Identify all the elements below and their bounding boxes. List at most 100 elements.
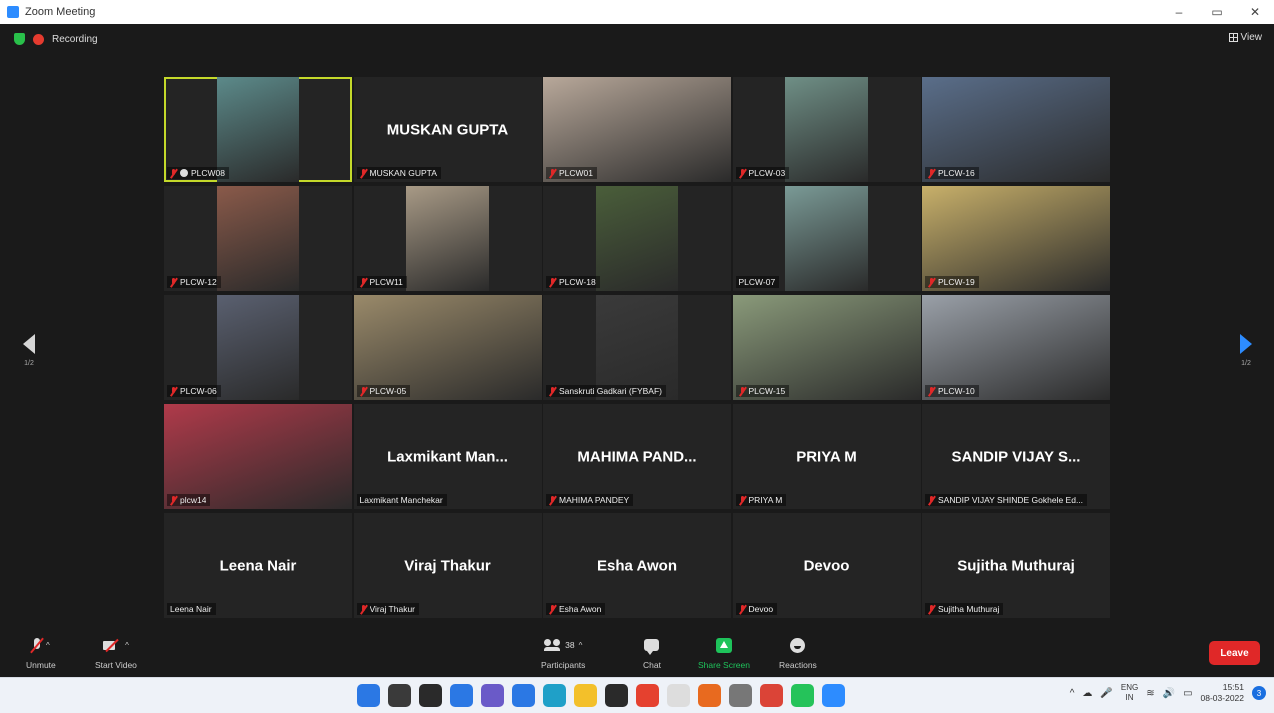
participant-tile[interactable]: Laxmikant Man... Laxmikant Manchekar [353,404,542,509]
zoom-app-icon [7,6,19,18]
participant-tile[interactable]: PLCW-07 [732,186,921,291]
chat-button[interactable]: Chat [643,635,661,670]
participant-tile[interactable]: PLCW-06 [164,295,352,400]
participant-tile[interactable]: PLCW-05 [353,295,542,400]
microphone-muted-icon [170,168,177,178]
battery-icon[interactable]: ▭ [1183,688,1192,699]
reactions-label: Reactions [779,660,817,670]
participant-name-label: PLCW08 [167,167,230,179]
chrome-profile-icon[interactable] [760,684,783,707]
search-icon[interactable] [388,684,411,707]
participant-tile[interactable]: PLCW-15 [732,295,921,400]
participant-tile[interactable]: Sanskruti Gadkari (FYBAF) [543,295,731,400]
participant-name: PRIYA M [748,495,783,505]
restore-button[interactable]: ▭ [1198,0,1236,24]
participant-tile[interactable]: PLCW-10 [922,295,1110,400]
participant-tile[interactable]: PLCW-19 [922,186,1110,291]
participant-tile[interactable]: PLCW08 [164,77,352,182]
participant-name-label: PLCW-15 [735,385,790,397]
microphone-muted-icon [549,604,556,614]
unmute-button[interactable]: ^ Unmute [26,635,56,670]
participant-tile[interactable]: PLCW-12 [164,186,352,291]
view-label: View [1240,32,1263,43]
view-button[interactable]: View [1228,32,1263,43]
participant-name: MAHIMA PANDEY [559,495,630,505]
amazon-icon[interactable] [667,684,690,707]
firefox-icon[interactable] [698,684,721,707]
reactions-icon [790,637,806,653]
participant-tile[interactable]: PLCW11 [353,186,542,291]
shield-icon[interactable] [14,33,25,45]
start-video-button[interactable]: ^ Start Video [95,635,137,670]
next-page-button[interactable]: 1/2 [1236,334,1256,367]
participant-name: plcw14 [180,495,207,505]
participant-tile[interactable]: MUSKAN GUPTA MUSKAN GUPTA [353,77,542,182]
language-indicator[interactable]: ENG IN [1121,683,1138,703]
participant-name-label: Viraj Thakur [356,603,420,615]
microphone-muted-icon [739,168,746,178]
chevron-up-icon[interactable]: ^ [579,641,583,650]
participants-button[interactable]: 38 ^ Participants [541,635,585,670]
arrow-right-icon[interactable] [1240,334,1252,354]
notification-badge[interactable]: 3 [1252,686,1266,700]
teams-chat-icon[interactable] [481,684,504,707]
chevron-up-icon[interactable]: ^ [125,641,129,650]
zoom-icon[interactable] [822,684,845,707]
participant-tile[interactable]: plcw14 [164,404,352,509]
participant-tile[interactable]: PLCW-03 [732,77,921,182]
participant-name: PLCW-15 [748,386,786,396]
participant-name: Laxmikant Manchekar [359,495,443,505]
arrow-left-icon[interactable] [23,334,35,354]
participant-tile[interactable]: Sujitha Muthuraj Sujitha Muthuraj [922,513,1110,618]
microphone-icon[interactable]: 🎤 [1100,688,1112,699]
chat-icon [644,639,660,655]
task-view-icon[interactable] [419,684,442,707]
recording-label[interactable]: Recording [52,34,98,45]
participant-tile[interactable]: Esha Awon Esha Awon [543,513,731,618]
microphone-muted-icon [928,277,935,287]
participants-icon [544,639,561,651]
reactions-button[interactable]: Reactions [779,635,817,670]
participant-display-name: Devoo [803,557,850,574]
store-icon[interactable] [512,684,535,707]
participant-tile[interactable]: Viraj Thakur Viraj Thakur [353,513,542,618]
participant-tile[interactable]: PLCW01 [543,77,731,182]
leave-button[interactable]: Leave [1209,641,1260,665]
participant-tile[interactable]: Leena Nair Leena Nair [164,513,352,618]
participant-tile[interactable]: PRIYA M PRIYA M [732,404,921,509]
recording-icon[interactable] [33,33,44,45]
clock[interactable]: 15:51 08-03-2022 [1201,682,1244,704]
participant-tile[interactable]: Devoo Devoo [732,513,921,618]
wifi-icon[interactable]: ≋ [1146,688,1154,699]
participant-tile[interactable]: PLCW-18 [543,186,731,291]
chrome-icon[interactable] [636,684,659,707]
chevron-up-icon[interactable]: ^ [1070,688,1075,699]
close-button[interactable]: ✕ [1236,0,1274,24]
participant-display-name: MUSKAN GUPTA [386,121,509,138]
edge-icon[interactable] [543,684,566,707]
whatsapp-icon[interactable] [791,684,814,707]
cloud-icon[interactable]: ☁ [1082,688,1092,699]
participant-name: MUSKAN GUPTA [369,168,437,178]
start-icon[interactable] [357,684,380,707]
share-screen-button[interactable]: Share Screen [698,635,750,670]
widgets-icon[interactable] [450,684,473,707]
participant-name: PLCW-18 [559,277,596,287]
participant-name-label: PLCW-06 [167,385,221,397]
volume-icon[interactable]: 🔊 [1163,688,1175,699]
participant-name: PLCW-10 [938,386,975,396]
microphone-muted-icon [928,604,935,614]
participant-tile[interactable]: MAHIMA PAND... MAHIMA PANDEY [543,404,731,509]
settings-icon[interactable] [729,684,752,707]
chevron-up-icon[interactable]: ^ [46,641,50,650]
file-explorer-icon[interactable] [574,684,597,707]
dropbox-icon[interactable] [605,684,628,707]
participant-tile[interactable]: SANDIP VIJAY S... SANDIP VIJAY SHINDE Gok… [922,404,1110,509]
microphone-muted-icon [739,386,746,396]
microphone-muted-icon [928,168,935,178]
participant-name-label: PLCW-16 [925,167,979,179]
participant-name-label: PLCW-10 [925,385,979,397]
minimize-button[interactable]: – [1160,0,1198,24]
participant-tile[interactable]: PLCW-16 [922,77,1110,182]
prev-page-button[interactable]: 1/2 [19,334,39,367]
